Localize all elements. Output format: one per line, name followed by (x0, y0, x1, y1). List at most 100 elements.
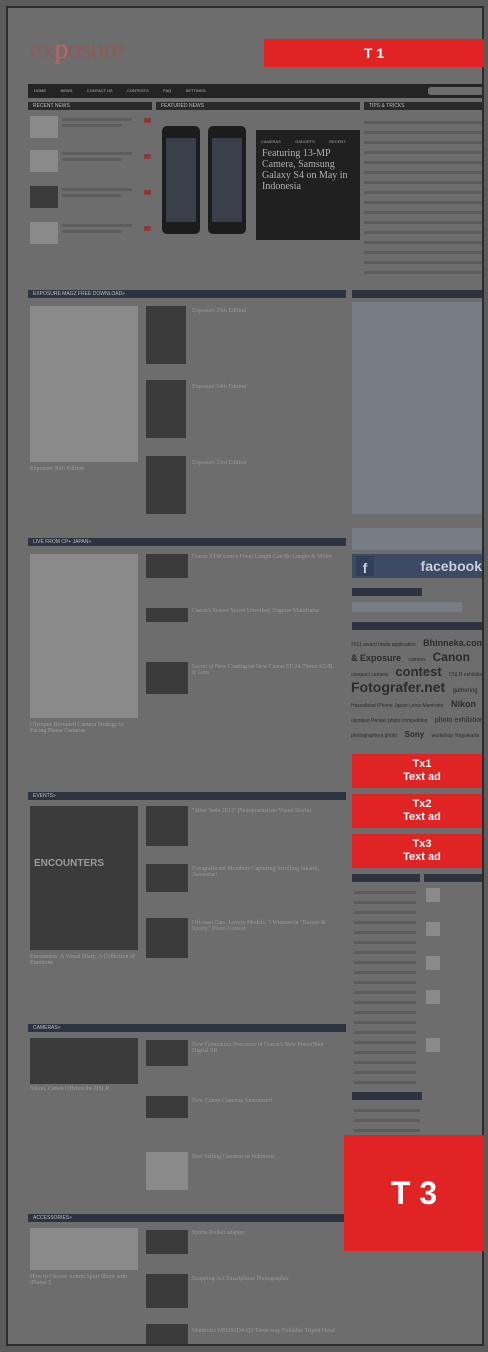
nav-item-settings[interactable]: SETTINGS (186, 88, 206, 93)
magz-item-2[interactable]: Exposure 34th Edition (192, 384, 246, 390)
top-banner-ad[interactable]: T 1 (264, 39, 484, 67)
tag-link[interactable]: gathering (453, 688, 478, 694)
nav-item-faq[interactable]: FAQ (163, 88, 171, 93)
tab-gadgets[interactable]: GADGETS (295, 139, 315, 144)
events-thumb-3[interactable] (146, 918, 188, 958)
text-ad-1[interactable]: Tx1 Text ad (352, 754, 482, 788)
tag-link[interactable]: DSLR exhibition (449, 672, 482, 678)
tips-list (364, 114, 482, 281)
sidebar-section-comments (424, 874, 482, 882)
text-ad-2[interactable]: Tx2 Text ad (352, 794, 482, 828)
sidebar-widget-panel (352, 302, 482, 514)
accessories-item-3[interactable]: Manfrotto MH293D4-Q2 Three-way Foldable … (192, 1328, 336, 1334)
recent-line (62, 188, 132, 191)
tag-link[interactable]: 2011 award blade application (351, 642, 416, 648)
tag-link[interactable]: photographers photo (351, 733, 397, 739)
section-tips: TIPS & TRICKS (364, 102, 482, 110)
live-item-1[interactable]: Canon STM Lens's Focal Length Can Be Lon… (192, 554, 336, 560)
bottom-square-ad[interactable]: T 3 (344, 1135, 484, 1251)
accessories-item-1[interactable]: Sports Pocket adapter (192, 1230, 336, 1236)
site-logo[interactable]: exposure (30, 34, 124, 66)
tag-link[interactable]: contest (395, 664, 441, 679)
featured-phone-image[interactable] (162, 126, 200, 234)
sidebar-section-categories (352, 874, 420, 882)
magz-item-1[interactable]: Exposure 35th Edition (192, 308, 246, 314)
cameras-item-1[interactable]: New Generation Processor in Canon's New … (192, 1042, 336, 1054)
magz-thumb-2[interactable] (146, 380, 186, 438)
live-thumb-2[interactable] (146, 608, 188, 622)
facebook-button[interactable]: f facebook (352, 554, 482, 578)
events-caption[interactable]: Encounters: A Visual Diary, A Collection… (30, 954, 138, 966)
events-thumb-1[interactable] (146, 806, 188, 846)
facebook-label: facebook (420, 558, 482, 574)
live-item-3[interactable]: Secret of New Coating on New Canon EF 24… (192, 664, 336, 676)
events-thumb-2[interactable] (146, 864, 188, 892)
events-item-1[interactable]: "Siber Seda 2013" Photojournalists Visua… (192, 808, 336, 814)
text-ad-3[interactable]: Tx3 Text ad (352, 834, 482, 868)
accessories-main-image[interactable] (30, 1228, 138, 1270)
tab-cameras[interactable]: CAMERAS (261, 139, 281, 144)
events-item-2[interactable]: Fotografer.net Members Capturing Scrolli… (192, 866, 336, 878)
category-select[interactable] (352, 602, 462, 612)
tag-link[interactable]: compact camera (351, 672, 388, 678)
tag-link[interactable]: photo exhibition (435, 717, 482, 724)
social-icons-row[interactable] (352, 528, 482, 550)
tag-link[interactable]: workshop Yogyakarta (432, 733, 480, 739)
live-caption[interactable]: Olympus Revealed Camera Strategy to Faci… (30, 722, 138, 734)
accessories-thumb-2[interactable] (146, 1274, 188, 1308)
logo-part: ex (30, 34, 55, 65)
tab-recent[interactable]: RECENT (329, 139, 345, 144)
featured-title[interactable]: Featuring 13-MP Camera, Samsung Galaxy S… (262, 148, 356, 192)
tag-link[interactable]: Fotografer.net (351, 679, 445, 695)
recent-line (62, 118, 132, 121)
section-events: EVENTS» (28, 792, 346, 800)
tag-link[interactable]: Canon (433, 650, 470, 664)
accessories-thumb-1[interactable] (146, 1230, 188, 1254)
cameras-main-image[interactable] (30, 1038, 138, 1084)
magz-item-3[interactable]: Exposure 33rd Edition (192, 460, 246, 466)
tag-link[interactable]: olympus Pentax photo competition (351, 718, 427, 724)
live-main-image[interactable] (30, 554, 138, 718)
accessories-item-2[interactable]: Snapping Act Smartphone Photographer (192, 1276, 336, 1282)
accessories-caption[interactable]: How to Choose Action Sport Shoot with iP… (30, 1274, 138, 1286)
tag-link[interactable]: Sony (405, 730, 425, 739)
featured-panel: CAMERAS GADGETS RECENT Featuring 13-MP C… (256, 130, 360, 240)
tag-link[interactable]: camera (408, 657, 425, 663)
magz-caption[interactable]: Exposure 36th Edition (30, 466, 84, 472)
category-list (354, 884, 416, 1091)
recent-thumb-1[interactable] (30, 116, 58, 138)
live-thumb-3[interactable] (146, 662, 188, 694)
cameras-caption[interactable]: Nikon, Canon Offered the DSLR (30, 1086, 138, 1092)
archive-list (354, 1102, 420, 1139)
section-magz: EXPOSURE MAGZ FREE DOWNLOAD» (28, 290, 346, 298)
nav-item-news[interactable]: NEWS (60, 88, 72, 93)
cameras-thumb-2[interactable] (146, 1096, 188, 1118)
search-input[interactable] (428, 87, 482, 95)
tag-link[interactable]: Nikon (451, 699, 476, 709)
recent-thumb-2[interactable] (30, 150, 58, 172)
featured-phone-image[interactable] (208, 126, 246, 234)
section-cameras: CAMERAS» (28, 1024, 346, 1032)
events-poster[interactable] (30, 806, 138, 950)
avatar (426, 1038, 440, 1052)
nav-item-contests[interactable]: CONTESTS (127, 88, 149, 93)
avatar (426, 922, 440, 936)
live-item-2[interactable]: Canon's Sensor Secret Unveiled: Engines … (192, 608, 336, 614)
recent-thumb-3[interactable] (30, 186, 58, 208)
tag-link[interactable]: Hasselblad iPhone Japan Leica Manfrotto (351, 703, 444, 709)
recent-thumb-4[interactable] (30, 222, 58, 244)
cameras-item-3[interactable]: Best Selling Cameras in Indonesia (192, 1154, 336, 1160)
accessories-thumb-3[interactable] (146, 1324, 188, 1344)
events-item-3[interactable]: Off-road Cars, Lovely Models, 3 Winners … (192, 920, 336, 932)
ad-label: Text ad (403, 851, 441, 863)
recent-line (62, 224, 132, 227)
magz-thumb-3[interactable] (146, 456, 186, 514)
magz-thumb-1[interactable] (146, 306, 186, 364)
cameras-thumb-1[interactable] (146, 1040, 188, 1066)
magz-cover-main[interactable] (30, 306, 138, 462)
nav-item-contact[interactable]: CONTACT US (87, 88, 113, 93)
cameras-item-2[interactable]: New Canon Cameras Announced (192, 1098, 336, 1104)
nav-item-home[interactable]: HOME (34, 88, 46, 93)
live-thumb-1[interactable] (146, 554, 188, 578)
cameras-thumb-3[interactable] (146, 1152, 188, 1190)
